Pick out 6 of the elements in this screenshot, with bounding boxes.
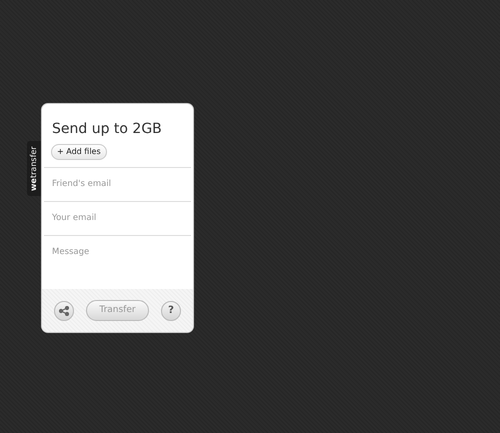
panel-title: Send up to 2GB [51,120,163,139]
add-files-button[interactable]: + Add files [51,144,107,160]
share-button[interactable] [54,300,74,320]
wetransfer-tab[interactable]: wetransfer [27,141,41,196]
share-icon [59,306,69,316]
help-button[interactable]: ? [160,300,181,320]
